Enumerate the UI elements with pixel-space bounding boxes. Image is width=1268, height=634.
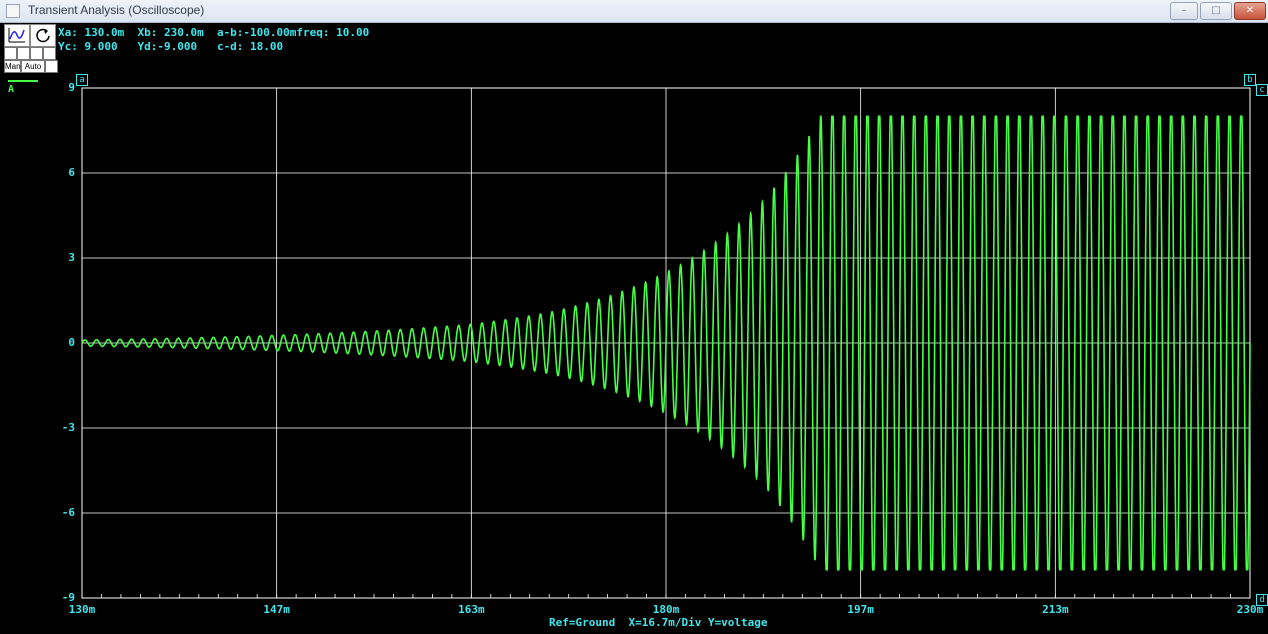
scope-footer: Ref=Ground X=16.7m/Div Y=voltage xyxy=(549,616,768,629)
cursor-a-marker[interactable]: a xyxy=(76,74,88,86)
cursor-c-marker[interactable]: c xyxy=(1256,84,1268,96)
oscilloscope-plot[interactable] xyxy=(0,0,1268,634)
y-tick-label: 3 xyxy=(68,251,75,264)
y-tick-label: 6 xyxy=(68,166,75,179)
y-tick-label: 9 xyxy=(68,81,75,94)
y-tick-label: 0 xyxy=(68,336,75,349)
y-tick-label: -6 xyxy=(61,506,75,519)
x-tick-label: 163m xyxy=(458,603,485,616)
y-tick-label: -3 xyxy=(61,421,75,434)
x-tick-label: 197m xyxy=(847,603,874,616)
x-tick-label: 230m xyxy=(1236,603,1264,616)
x-tick-label: 180m xyxy=(652,603,680,616)
cursor-b-marker[interactable]: b xyxy=(1244,74,1256,86)
x-tick-label: 130m xyxy=(68,603,96,616)
x-tick-label: 213m xyxy=(1042,603,1069,616)
x-tick-label: 147m xyxy=(263,603,290,616)
